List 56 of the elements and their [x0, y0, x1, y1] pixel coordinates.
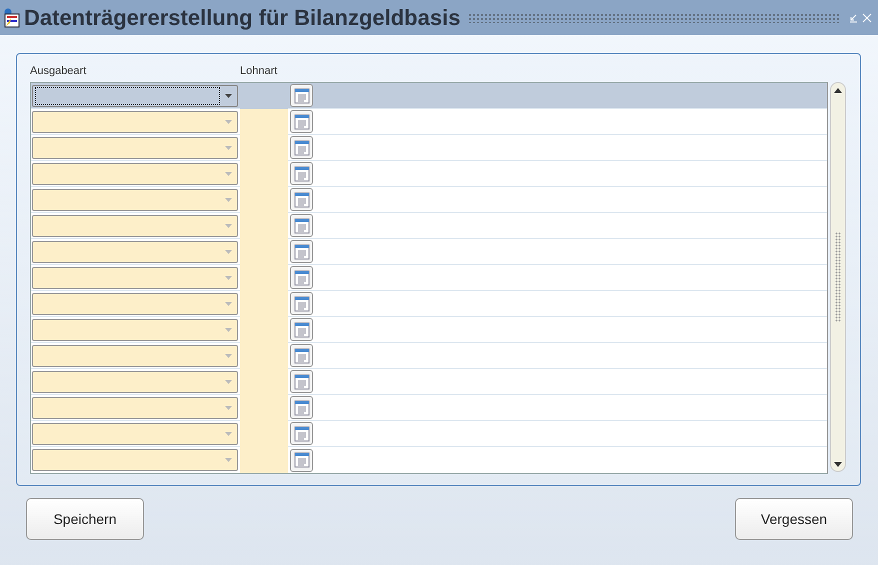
list-button[interactable] [290, 422, 313, 445]
action-button[interactable]: Speichern [26, 498, 144, 540]
dropdown-field[interactable] [32, 370, 238, 392]
dropdown-field[interactable] [32, 188, 238, 210]
form-icon [3, 8, 20, 28]
dropdown-field[interactable] [32, 240, 238, 262]
dropdown-field[interactable] [32, 344, 238, 366]
dropdown-field[interactable] [32, 162, 238, 184]
input-field[interactable] [240, 447, 288, 473]
scroll-up-icon[interactable] [834, 88, 842, 92]
list-button[interactable] [290, 162, 313, 185]
dropdown-field[interactable] [32, 110, 238, 132]
dropdown-field[interactable] [32, 84, 238, 106]
window-title: Datenträgererstellung für Bilanzgeldbasis [24, 4, 460, 30]
dropdown-field[interactable] [32, 422, 238, 444]
dropdown-field[interactable] [32, 396, 238, 418]
table-row[interactable] [31, 161, 828, 187]
dropdown-field[interactable] [32, 449, 238, 471]
list-button[interactable] [290, 136, 313, 159]
list-button[interactable] [290, 110, 313, 133]
list-button[interactable] [290, 344, 313, 367]
table-row[interactable] [31, 213, 828, 239]
dropdown-field[interactable] [32, 318, 238, 340]
table-row[interactable] [31, 187, 828, 213]
list-button[interactable] [290, 188, 313, 211]
table-row[interactable] [31, 239, 828, 265]
list-button[interactable] [290, 240, 313, 263]
list-button[interactable] [290, 84, 313, 107]
minimize-icon[interactable] [848, 12, 858, 22]
list-button[interactable] [290, 396, 313, 419]
table-row[interactable] [31, 369, 828, 395]
close-icon[interactable] [862, 12, 872, 22]
dropdown-field[interactable] [32, 214, 238, 236]
input-field[interactable] [240, 108, 288, 134]
table-row[interactable] [31, 343, 828, 369]
list-button[interactable] [290, 292, 313, 315]
table-row[interactable] [31, 395, 828, 421]
caret-icon[interactable] [225, 94, 232, 98]
list-button[interactable] [290, 370, 313, 393]
dropdown-field[interactable] [32, 136, 238, 158]
list-button[interactable] [290, 318, 313, 341]
list-button[interactable] [290, 448, 313, 472]
scroll-down-icon[interactable] [834, 462, 842, 466]
table-row[interactable] [31, 135, 828, 161]
table-row[interactable] [31, 317, 828, 343]
column-header: Ausgabeart [30, 65, 88, 77]
table-row[interactable] [31, 265, 828, 291]
scrollbar[interactable] [830, 82, 846, 472]
action-button[interactable]: Vergessen [735, 498, 853, 540]
table-row[interactable] [31, 421, 828, 447]
dropdown-field[interactable] [32, 266, 238, 288]
column-header: Lohnart [240, 65, 278, 77]
list-button[interactable] [290, 266, 313, 289]
list-button[interactable] [290, 214, 313, 237]
table-row[interactable] [31, 291, 828, 317]
dropdown-field[interactable] [32, 292, 238, 314]
